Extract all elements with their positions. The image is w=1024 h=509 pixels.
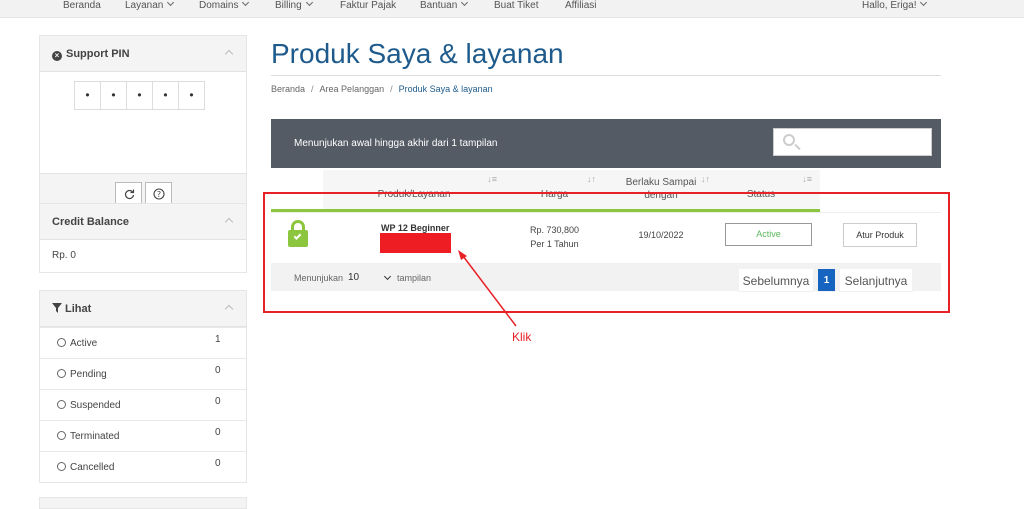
annotation-arrow xyxy=(458,250,517,327)
annotation-label: Klik xyxy=(512,330,532,344)
